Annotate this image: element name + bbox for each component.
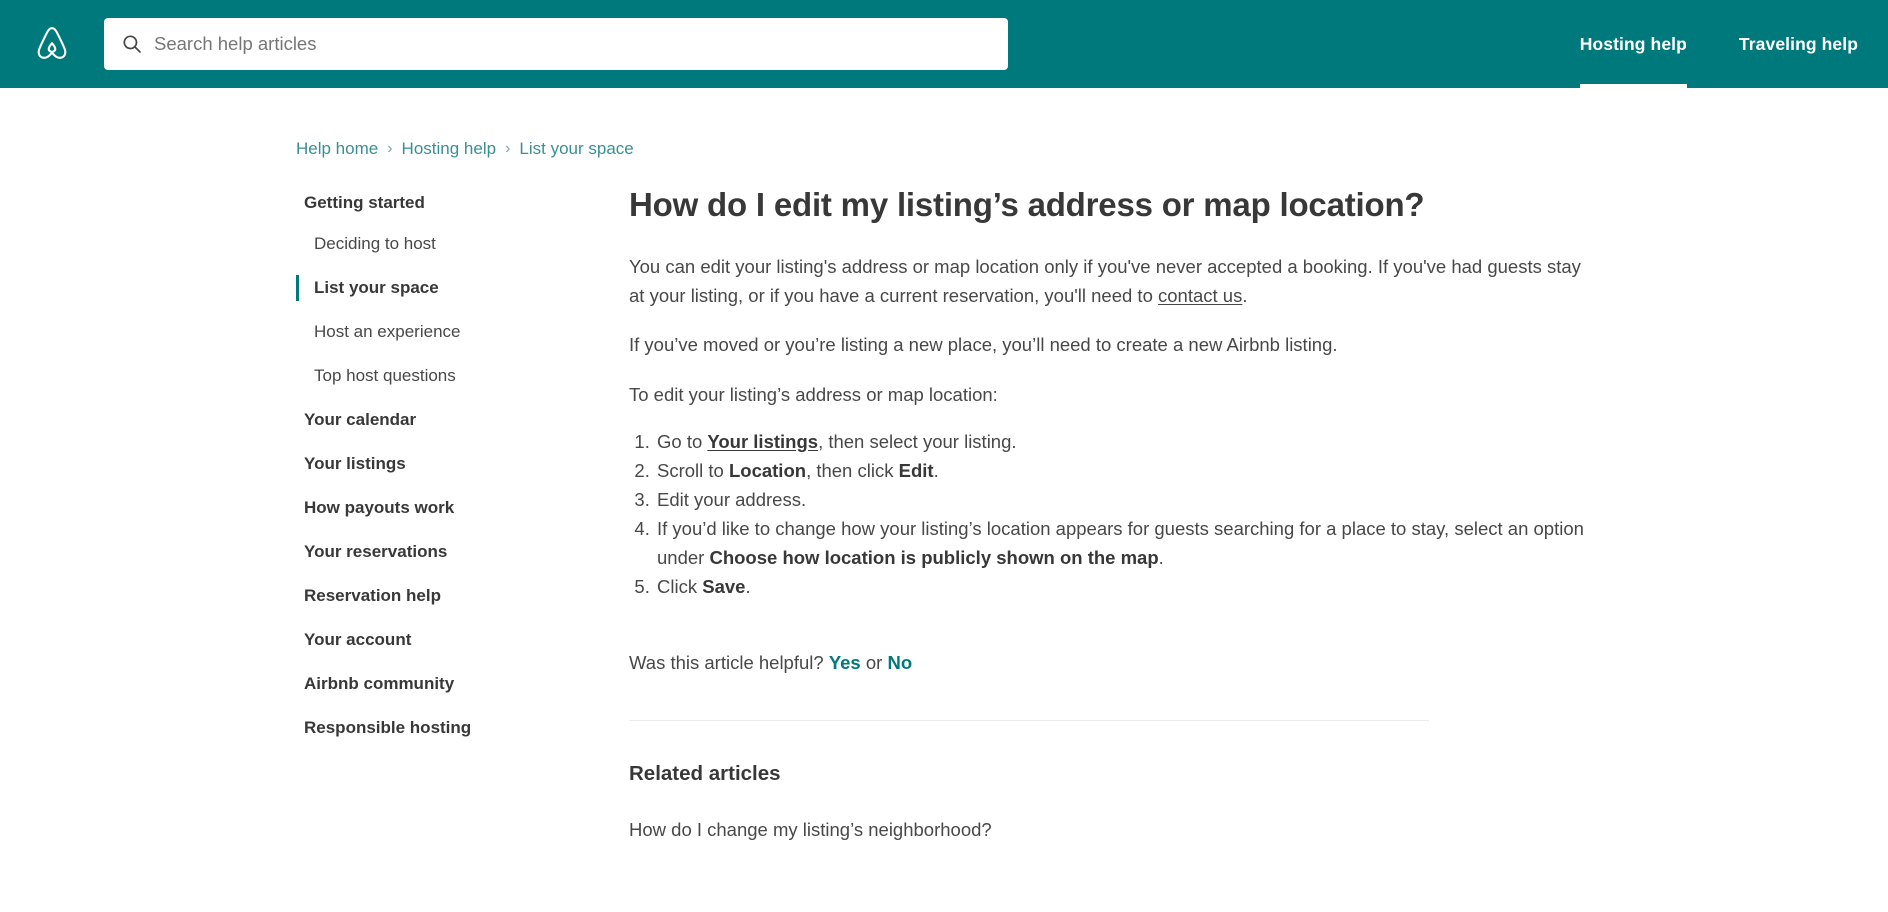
step-2-strong-location: Location bbox=[728, 459, 807, 481]
step-1-pre: Go to bbox=[657, 430, 708, 452]
sidebar-item-your-listings[interactable]: Your listings bbox=[296, 455, 566, 472]
sidebar-item-how-payouts-work[interactable]: How payouts work bbox=[296, 499, 566, 516]
sidebar-item-your-account[interactable]: Your account bbox=[296, 631, 566, 648]
step-4-strong: Choose how location is publicly shown on… bbox=[709, 546, 1159, 568]
step-2-post: , then click bbox=[806, 459, 899, 481]
sidebar-item-airbnb-community[interactable]: Airbnb community bbox=[296, 675, 566, 692]
step-item-1: Go to Your listings, then select your li… bbox=[655, 428, 1594, 456]
site-header: Hosting help Traveling help bbox=[0, 0, 1888, 88]
your-listings-link[interactable]: Your listings bbox=[707, 431, 818, 452]
sidebar-group-getting-started[interactable]: Getting started bbox=[296, 194, 566, 211]
contact-us-link[interactable]: contact us bbox=[1158, 285, 1242, 306]
step-item-2: Scroll to Location, then click Edit. bbox=[655, 457, 1594, 485]
header-nav: Hosting help Traveling help bbox=[1554, 0, 1888, 88]
sidebar-item-reservation-help[interactable]: Reservation help bbox=[296, 587, 566, 604]
section-divider bbox=[629, 720, 1429, 722]
sidebar-item-deciding-to-host[interactable]: Deciding to host bbox=[296, 235, 566, 252]
feedback-question: Was this article helpful? bbox=[629, 652, 824, 674]
nav-item-hosting-help[interactable]: Hosting help bbox=[1554, 0, 1713, 88]
search-container bbox=[104, 18, 1008, 70]
breadcrumb-item-list-your-space[interactable]: List your space bbox=[519, 139, 633, 159]
step-item-4: If you’d like to change how your listing… bbox=[655, 515, 1594, 572]
search-input[interactable] bbox=[104, 18, 1008, 70]
breadcrumb-separator-icon: › bbox=[505, 140, 511, 157]
article-feedback: Was this article helpful? Yes or No bbox=[629, 652, 1594, 674]
step-3-text: Edit your address. bbox=[657, 489, 807, 511]
breadcrumb-item-hosting-help[interactable]: Hosting help bbox=[402, 139, 497, 159]
step-2-strong-edit: Edit bbox=[898, 459, 934, 481]
article-title: How do I edit my listing’s address or ma… bbox=[629, 186, 1425, 223]
article-paragraph-1: You can edit your listing's address or m… bbox=[629, 253, 1594, 310]
step-5-post: . bbox=[745, 576, 751, 598]
sidebar-item-responsible-hosting[interactable]: Responsible hosting bbox=[296, 719, 566, 736]
step-2-tail: . bbox=[933, 459, 939, 481]
sidebar-item-your-reservations[interactable]: Your reservations bbox=[296, 543, 566, 560]
breadcrumb-item-help-home[interactable]: Help home bbox=[296, 139, 378, 159]
step-5-pre: Click bbox=[657, 576, 703, 598]
article-steps-list: Go to Your listings, then select your li… bbox=[629, 428, 1594, 602]
article-paragraph-2: If you’ve moved or you’re listing a new … bbox=[629, 334, 1338, 356]
article: How do I edit my listing’s address or ma… bbox=[629, 185, 1594, 841]
feedback-no-button[interactable]: No bbox=[887, 652, 912, 673]
step-2-pre: Scroll to bbox=[657, 459, 729, 481]
paragraph-1-text-after: . bbox=[1242, 284, 1248, 306]
breadcrumb: Help home › Hosting help › List your spa… bbox=[296, 139, 1888, 159]
article-paragraph-3: To edit your listing’s address or map lo… bbox=[629, 383, 998, 405]
related-articles-heading: Related articles bbox=[629, 762, 781, 786]
step-5-strong-save: Save bbox=[702, 576, 746, 598]
nav-item-traveling-help[interactable]: Traveling help bbox=[1713, 0, 1888, 88]
airbnb-belo-logo-icon bbox=[36, 26, 68, 62]
content-area: Getting started Deciding to host List yo… bbox=[0, 185, 1888, 841]
paragraph-1-text-before: You can edit your listing's address or m… bbox=[629, 255, 1581, 306]
related-article-link[interactable]: How do I change my listing’s neighborhoo… bbox=[629, 819, 1594, 841]
breadcrumb-separator-icon: › bbox=[387, 140, 393, 157]
step-item-5: Click Save. bbox=[655, 573, 1594, 601]
page-body: Help home › Hosting help › List your spa… bbox=[0, 139, 1888, 842]
sidebar-nav: Getting started Deciding to host List yo… bbox=[296, 185, 566, 736]
step-1-mid: , then select your listing. bbox=[818, 430, 1017, 452]
sidebar-item-top-host-questions[interactable]: Top host questions bbox=[296, 367, 566, 384]
sidebar-item-list-your-space[interactable]: List your space bbox=[296, 275, 566, 301]
step-4-post: . bbox=[1158, 546, 1164, 568]
step-item-3: Edit your address. bbox=[655, 486, 1594, 514]
sidebar-item-host-an-experience[interactable]: Host an experience bbox=[296, 323, 566, 340]
feedback-or: or bbox=[865, 652, 883, 674]
feedback-yes-button[interactable]: Yes bbox=[829, 652, 861, 673]
airbnb-logo-link[interactable] bbox=[30, 20, 74, 68]
sidebar-item-your-calendar[interactable]: Your calendar bbox=[296, 411, 566, 428]
